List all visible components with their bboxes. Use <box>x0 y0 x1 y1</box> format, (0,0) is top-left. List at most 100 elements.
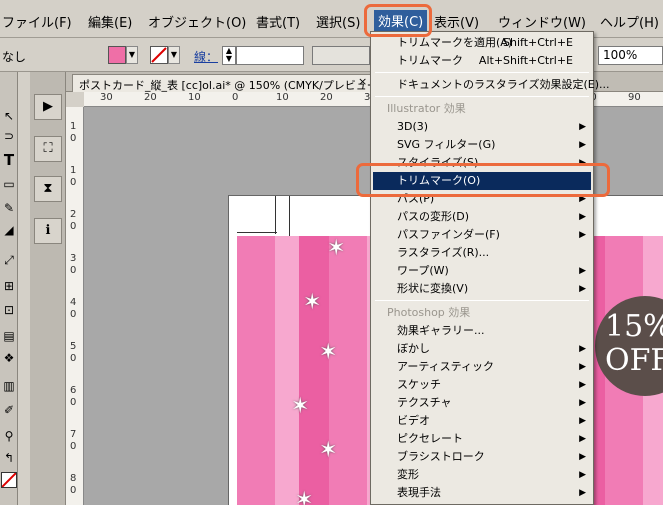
fill-swatch[interactable] <box>108 46 126 64</box>
menu-item-distort[interactable]: 変形 ▶ <box>373 466 591 484</box>
blend-tool-icon[interactable]: ⊡ <box>1 302 17 318</box>
vertical-ruler: 1 0 1 0 2 0 3 0 4 0 5 0 6 0 7 0 8 0 <box>66 107 84 505</box>
ruler-tick: 0 <box>70 441 77 452</box>
menu-item-rasterize[interactable]: ラスタライズ(R)... <box>373 244 591 262</box>
ruler-tick: 90 <box>628 92 641 103</box>
submenu-arrow-icon: ▶ <box>579 344 586 354</box>
stroke-label[interactable]: 線： <box>194 48 218 65</box>
rectangle-tool-icon[interactable]: ▭ <box>1 176 17 192</box>
zoom-tool-icon[interactable]: ⚲ <box>1 428 17 444</box>
submenu-arrow-icon: ▶ <box>579 284 586 294</box>
type-tool-icon[interactable]: T <box>1 152 17 168</box>
menu-item-pathfinder[interactable]: パスファインダー(F) ▶ <box>373 226 591 244</box>
menu-edit[interactable]: 編集(E) <box>88 12 132 31</box>
menu-item-distort-transform[interactable]: パスの変形(D) ▶ <box>373 208 591 226</box>
eyedropper-tool-icon[interactable]: ✐ <box>1 402 17 418</box>
menu-item-label: 変形 <box>397 468 419 481</box>
ruler-tick: 3 <box>70 253 77 264</box>
crop-mark <box>237 232 277 233</box>
menu-item-label: パスファインダー(F) <box>397 228 500 241</box>
menu-item-shortcut: Alt+Shift+Ctrl+E <box>478 54 573 67</box>
document-tab[interactable]: ポストカード_縦_表 [cc]ol.ai* @ 150% (CMYK/プレビュー… <box>72 74 390 92</box>
info-panel-icon[interactable]: ℹ <box>34 218 62 244</box>
menu-item-texture[interactable]: テクスチャ ▶ <box>373 394 591 412</box>
ruler-tick: 0 <box>70 353 77 364</box>
ruler-tick: 0 <box>232 92 239 103</box>
mesh-tool-icon[interactable]: ⊞ <box>1 278 17 294</box>
opacity-field[interactable]: 100% <box>598 46 663 65</box>
menu-item-label: SVG フィルター(G) <box>397 138 496 151</box>
submenu-arrow-icon: ▶ <box>579 230 586 240</box>
menu-item-stylize-ps[interactable]: 表現手法 ▶ <box>373 484 591 502</box>
menu-item-label: 表現手法 <box>397 486 441 499</box>
effect-menu: トリムマークを適用(A) Shift+Ctrl+E トリムマーク Alt+Shi… <box>370 31 609 505</box>
menu-item-label: スケッチ <box>397 378 441 391</box>
menu-item-label: トリムマークを適用(A) <box>397 36 513 49</box>
menu-item-sketch[interactable]: スケッチ ▶ <box>373 376 591 394</box>
scale-tool-icon[interactable]: ⤢ <box>1 252 17 268</box>
menu-header-photoshop: Photoshop 効果 <box>387 306 471 319</box>
close-tab-icon[interactable]: × <box>358 75 367 88</box>
menu-item-video[interactable]: ビデオ ▶ <box>373 412 591 430</box>
stroke-swatch[interactable] <box>150 46 168 64</box>
lasso-tool-icon[interactable]: ⊃ <box>1 128 17 144</box>
gradient-tool-icon[interactable]: ▤ <box>1 328 17 344</box>
submenu-arrow-icon: ▶ <box>579 416 586 426</box>
menu-item-label: ビデオ <box>397 414 430 427</box>
menu-help[interactable]: ヘルプ(H) <box>600 12 659 31</box>
menu-object[interactable]: オブジェクト(O) <box>148 12 246 31</box>
menu-file[interactable]: ファイル(F) <box>2 12 72 31</box>
star-icon: ✶ <box>295 488 314 505</box>
ruler-tick: 7 <box>70 429 77 440</box>
fill-stroke-icon[interactable] <box>1 472 17 488</box>
star-icon: ✶ <box>291 394 310 419</box>
menu-item-blur[interactable]: ぼかし ▶ <box>373 340 591 358</box>
menu-item-pixelate[interactable]: ピクセレート ▶ <box>373 430 591 448</box>
graph-tool-icon[interactable]: ▥ <box>1 378 17 394</box>
menu-item-convert-to-shape[interactable]: 形状に変換(V) ▶ <box>373 280 591 298</box>
star-icon: ✶ <box>319 340 338 365</box>
no-stroke-icon <box>151 47 167 63</box>
submenu-arrow-icon: ▶ <box>579 488 586 498</box>
symbol-sprayer-icon[interactable]: ❖ <box>1 350 17 366</box>
menu-item-brush-strokes[interactable]: ブラシストローク ▶ <box>373 448 591 466</box>
play-panel-icon[interactable]: ▶ <box>34 94 62 120</box>
eraser-tool-icon[interactable]: ◢ <box>1 222 17 238</box>
menu-item-svg-filter[interactable]: SVG フィルター(G) ▶ <box>373 136 591 154</box>
menu-header-illustrator: Illustrator 効果 <box>387 102 466 115</box>
transform-panel-icon[interactable]: ⛶ <box>34 136 62 162</box>
menu-item-label: ラスタライズ(R)... <box>397 246 490 259</box>
menu-item-artistic[interactable]: アーティスティック ▶ <box>373 358 591 376</box>
menu-item-shortcut: Shift+Ctrl+E <box>503 36 573 49</box>
star-icon: ✶ <box>303 290 322 315</box>
stroke-dropdown[interactable]: ▼ <box>168 46 180 64</box>
menu-item-label: ワープ(W) <box>397 264 449 277</box>
menu-item-label: パスの変形(D) <box>397 210 470 223</box>
selection-tool-icon[interactable]: ↖ <box>1 108 17 124</box>
navigator-panel-icon[interactable]: ⧗ <box>34 176 62 202</box>
menu-item-warp[interactable]: ワープ(W) ▶ <box>373 262 591 280</box>
fill-dropdown[interactable]: ▼ <box>126 46 138 64</box>
toolbox: ↖ ⊃ T ▭ ✎ ◢ ⤢ ⊞ ⊡ ▤ ❖ ▥ ✐ ⚲ ↰ <box>0 72 18 505</box>
swap-colors-icon[interactable]: ↰ <box>1 450 17 466</box>
menu-type[interactable]: 書式(T) <box>256 12 300 31</box>
menu-item-3d[interactable]: 3D(3) ▶ <box>373 118 591 136</box>
menu-item-label: アーティスティック <box>397 360 495 373</box>
badge-percent: 15% <box>605 309 663 344</box>
ruler-tick: 2 <box>70 209 77 220</box>
stroke-weight-field[interactable] <box>236 46 304 65</box>
menu-item-label: トリムマーク <box>397 54 463 67</box>
star-icon: ✶ <box>327 236 346 261</box>
pencil-tool-icon[interactable]: ✎ <box>1 200 17 216</box>
menu-item-last-effect[interactable]: トリムマーク Alt+Shift+Ctrl+E <box>373 52 591 70</box>
menu-window[interactable]: ウィンドウ(W) <box>498 12 586 31</box>
menu-select[interactable]: 選択(S) <box>316 12 360 31</box>
menu-item-raster-settings[interactable]: ドキュメントのラスタライズ効果設定(E)... <box>373 76 609 94</box>
stroke-weight-stepper[interactable]: ▲ ▼ <box>222 46 236 65</box>
ruler-tick: 0 <box>70 485 77 496</box>
menu-item-effect-gallery[interactable]: 効果ギャラリー... <box>373 322 591 340</box>
brush-field[interactable] <box>312 46 370 65</box>
ruler-tick: 10 <box>188 92 201 103</box>
menu-view[interactable]: 表示(V) <box>434 12 479 31</box>
ruler-tick: 5 <box>70 341 77 352</box>
